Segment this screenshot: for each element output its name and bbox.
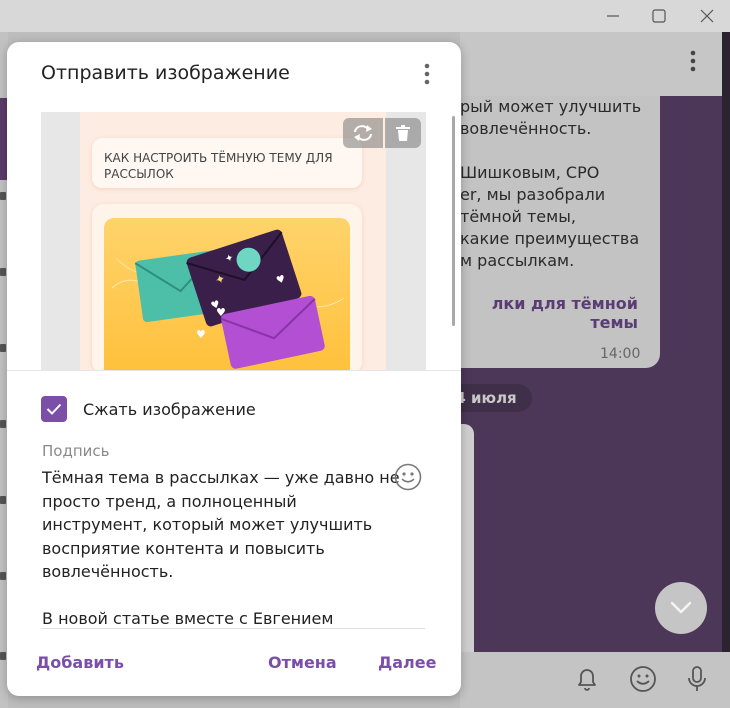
list-item-fragment bbox=[0, 652, 6, 660]
compress-label: Сжать изображение bbox=[83, 399, 256, 419]
emoji-icon[interactable] bbox=[628, 664, 658, 694]
message-time: 14:00 bbox=[600, 346, 641, 362]
dialog-scrollbar[interactable] bbox=[452, 116, 455, 326]
caption-line: вовлечённость. bbox=[42, 562, 174, 581]
compress-checkbox[interactable] bbox=[41, 396, 67, 422]
send-image-dialog: Отправить изображение КАК НАСТРОИТЬ ТЁМН… bbox=[7, 42, 461, 696]
bell-icon[interactable] bbox=[572, 664, 602, 694]
preview-card-title: КАК НАСТРОИТЬ ТЁМНУЮ ТЕМУ ДЛЯ РАССЫЛОК bbox=[92, 138, 362, 188]
message-line: Шишковым, CPO bbox=[460, 163, 600, 182]
image-preview: КАК НАСТРОИТЬ ТЁМНУЮ ТЕМУ ДЛЯ РАССЫЛОК ✦… bbox=[41, 112, 426, 370]
scroll-down-button[interactable] bbox=[655, 582, 707, 634]
window-edge bbox=[722, 32, 730, 708]
message-line-gap bbox=[460, 140, 650, 162]
preview-toolbar bbox=[343, 118, 421, 148]
message-line: какие преимущества bbox=[460, 229, 640, 248]
caption-line: Тёмная тема в рассылках — уже давно не bbox=[42, 468, 400, 487]
replace-icon[interactable] bbox=[343, 118, 383, 148]
caption-line: инструмент, который может улучшить bbox=[42, 515, 373, 534]
chat-more-icon[interactable] bbox=[690, 50, 696, 76]
check-icon bbox=[46, 403, 62, 415]
chat-header bbox=[460, 32, 730, 96]
minimize-icon[interactable] bbox=[590, 0, 636, 32]
list-item-fragment bbox=[0, 344, 6, 352]
emoji-icon[interactable] bbox=[393, 462, 423, 492]
svg-text:♥: ♥ bbox=[216, 306, 226, 319]
list-item-fragment bbox=[0, 268, 6, 276]
caption-line: В новой статье вместе с Евгением bbox=[42, 609, 334, 628]
cancel-button[interactable]: Отмена bbox=[268, 653, 337, 672]
message-line: тёмной темы, bbox=[460, 207, 576, 226]
dialog-title: Отправить изображение bbox=[41, 62, 290, 84]
envelopes-illustration: ✦ ✦ ♥ ♥ ♥ ♥ bbox=[104, 218, 350, 370]
list-item-fragment bbox=[0, 192, 6, 200]
close-icon[interactable] bbox=[684, 0, 730, 32]
next-button[interactable]: Далее bbox=[378, 653, 436, 672]
chevron-down-icon bbox=[670, 601, 692, 614]
message-line: м рассылкам. bbox=[460, 251, 575, 270]
caption-line: восприятие контента и повысить bbox=[42, 538, 325, 558]
message-link[interactable]: лки для тёмной темы bbox=[440, 294, 660, 332]
caption-label: Подпись bbox=[42, 442, 110, 460]
compress-image-toggle[interactable]: Сжать изображение bbox=[41, 396, 256, 422]
more-options-icon[interactable] bbox=[419, 62, 435, 86]
message-text: рый может улучшить вовлечённость. Шишков… bbox=[460, 96, 650, 272]
preview-image: КАК НАСТРОИТЬ ТЁМНУЮ ТЕМУ ДЛЯ РАССЫЛОК ✦… bbox=[80, 112, 386, 370]
add-button[interactable]: Добавить bbox=[36, 653, 124, 672]
message-line: рый может улучшить bbox=[460, 97, 642, 116]
list-item-fragment bbox=[0, 496, 6, 504]
window-titlebar bbox=[0, 0, 730, 32]
message-line: er, мы разобрали bbox=[460, 185, 606, 204]
list-item-fragment bbox=[0, 572, 6, 580]
caption-line: просто тренд, а полноценный bbox=[42, 491, 297, 511]
microphone-icon[interactable] bbox=[682, 664, 712, 694]
caption-line-gap bbox=[42, 584, 394, 608]
preview-illustration-frame: ✦ ✦ ♥ ♥ ♥ ♥ bbox=[92, 204, 362, 370]
svg-text:♥: ♥ bbox=[196, 328, 206, 341]
message-line: вовлечённость. bbox=[460, 119, 592, 138]
list-item-fragment bbox=[0, 420, 6, 428]
maximize-icon[interactable] bbox=[636, 0, 682, 32]
caption-underline bbox=[41, 628, 425, 629]
caption-input[interactable]: Тёмная тема в рассылках — уже давно не п… bbox=[42, 466, 400, 631]
divider bbox=[7, 370, 461, 371]
message-composer-bar bbox=[460, 652, 730, 708]
trash-icon[interactable] bbox=[385, 118, 421, 148]
